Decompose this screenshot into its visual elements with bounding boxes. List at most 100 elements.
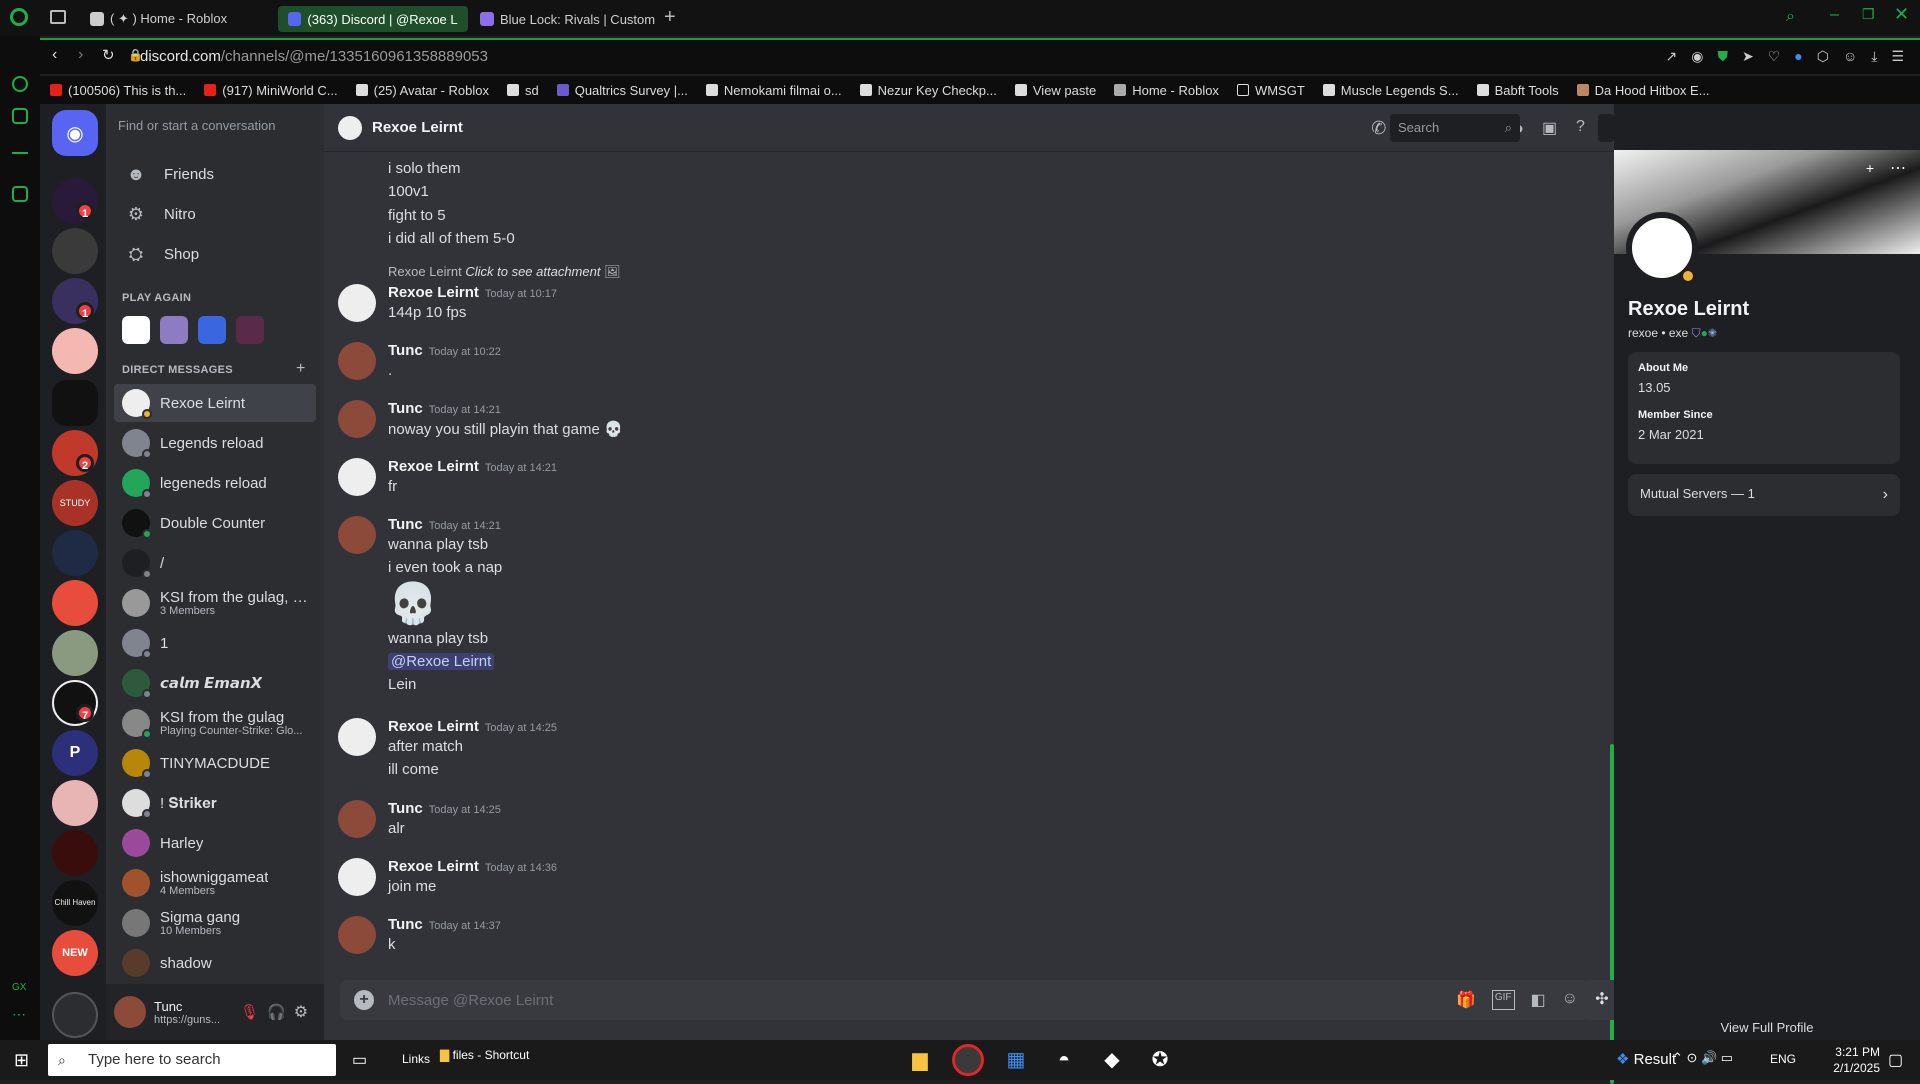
- youtube-game-icon[interactable]: [122, 316, 150, 344]
- dm-item[interactable]: 1: [114, 624, 316, 662]
- message-author[interactable]: Tunc: [388, 400, 423, 417]
- avatar[interactable]: [338, 718, 376, 756]
- chat-title[interactable]: Rexoe Leirnt: [372, 119, 463, 136]
- message-author[interactable]: Rexoe Leirnt: [388, 458, 479, 475]
- dm-item[interactable]: legeneds reload: [114, 464, 316, 502]
- dm-item[interactable]: Harley: [114, 824, 316, 862]
- gx-icon[interactable]: GX: [12, 982, 26, 993]
- nav-shop[interactable]: ⛭ Shop: [126, 244, 199, 264]
- emoji-icon[interactable]: ☺: [1562, 990, 1578, 1010]
- avatar[interactable]: [338, 458, 376, 496]
- view-full-profile-link[interactable]: View Full Profile: [1614, 1020, 1920, 1035]
- share-icon[interactable]: ↗: [1665, 48, 1677, 65]
- language-indicator[interactable]: ENG: [1770, 1052, 1796, 1066]
- more-options-icon[interactable]: ⋯: [1890, 158, 1906, 178]
- dm-item[interactable]: 𝙘𝙖𝙡𝙢 𝙀𝙢𝙖𝙣𝙓: [114, 664, 316, 702]
- avatar[interactable]: [338, 916, 376, 954]
- search-icon[interactable]: ⌕: [1786, 8, 1795, 26]
- dm-item[interactable]: /: [114, 544, 316, 582]
- inbox-icon[interactable]: ▣: [1542, 118, 1557, 138]
- bookmark-folder[interactable]: WMSGT: [1236, 83, 1305, 98]
- roblox-icon[interactable]: ◆: [1096, 1044, 1128, 1076]
- minimize-icon[interactable]: –: [1830, 6, 1839, 24]
- ai-rail-icon[interactable]: [12, 108, 28, 124]
- server-icon[interactable]: [52, 380, 98, 426]
- taskbar-search-input[interactable]: Type here to search: [48, 1044, 336, 1076]
- avatar[interactable]: [338, 342, 376, 380]
- refresh-rail-icon[interactable]: [12, 76, 28, 92]
- message-composer[interactable]: + Message @Rexoe Leirnt 🎁 GIF ◧ ☺: [340, 980, 1590, 1020]
- bookmark[interactable]: Home - Roblox: [1114, 83, 1219, 98]
- bookmark[interactable]: Qualtrics Survey |...: [556, 83, 688, 98]
- game-icon[interactable]: [236, 316, 264, 344]
- tray-icons[interactable]: ⌃ ⊙ 🔊 ▭: [1672, 1050, 1733, 1066]
- restore-icon[interactable]: ❐: [1862, 6, 1875, 23]
- menu-icon[interactable]: ☰: [1891, 48, 1904, 65]
- bookmark[interactable]: View paste: [1014, 83, 1096, 98]
- profile-icon[interactable]: ☺: [1843, 48, 1857, 65]
- bookmark[interactable]: Nemokami filmai o...: [705, 83, 842, 98]
- weather-widget[interactable]: ❖ Result: [1616, 1050, 1676, 1068]
- explore-icon[interactable]: [52, 992, 98, 1038]
- bookmark[interactable]: (100506) This is th...: [50, 83, 186, 98]
- server-icon[interactable]: [52, 530, 98, 576]
- dm-item[interactable]: Rexoe Leirnt: [114, 384, 316, 422]
- bookmark[interactable]: Nezur Key Checkp...: [859, 83, 997, 98]
- bookmark[interactable]: Babft Tools: [1476, 83, 1559, 98]
- message-author[interactable]: Tunc: [388, 800, 423, 817]
- opera-logo-icon[interactable]: [10, 8, 28, 26]
- dm-item[interactable]: Sigma gang 10 Members: [114, 904, 316, 942]
- reload-icon[interactable]: ↻: [102, 46, 115, 64]
- dm-search-input[interactable]: Find or start a conversation: [118, 118, 276, 133]
- dm-item[interactable]: Double Counter: [114, 504, 316, 542]
- game-icon[interactable]: [198, 316, 226, 344]
- new-tab-icon[interactable]: +: [664, 6, 676, 29]
- download-icon[interactable]: ⤓: [1871, 48, 1877, 65]
- message-author[interactable]: Rexoe Leirnt: [388, 718, 479, 735]
- camera-icon[interactable]: ◉: [1691, 48, 1703, 65]
- clock[interactable]: 3:21 PM 2/1/2025: [1800, 1044, 1880, 1076]
- app-icon[interactable]: ◓: [1048, 1044, 1080, 1076]
- tab-overview-icon[interactable]: [50, 10, 66, 24]
- nav-nitro[interactable]: ⚙ Nitro: [126, 204, 196, 224]
- message-author[interactable]: Tunc: [388, 342, 423, 359]
- gift-icon[interactable]: 🎁: [1456, 990, 1476, 1010]
- bookmark[interactable]: Muscle Legends S...: [1322, 83, 1459, 98]
- add-friend-icon[interactable]: +: [1866, 160, 1874, 176]
- header-search-input[interactable]: Search ⌕: [1390, 114, 1520, 142]
- add-dm-icon[interactable]: +: [296, 360, 305, 378]
- mute-icon[interactable]: 🎙: [240, 1003, 259, 1021]
- dm-item[interactable]: Legends reload: [114, 424, 316, 462]
- shield-icon[interactable]: ⛊: [1717, 48, 1728, 65]
- avatar[interactable]: [338, 284, 376, 322]
- server-icon[interactable]: [52, 580, 98, 626]
- links-toolbar[interactable]: Links: [402, 1052, 430, 1066]
- gif-icon[interactable]: GIF: [1491, 990, 1515, 1010]
- message-author[interactable]: Rexoe Leirnt: [388, 284, 479, 301]
- avatar[interactable]: [338, 516, 376, 554]
- edit-rail-icon[interactable]: [12, 186, 28, 202]
- dm-item[interactable]: shadow: [114, 944, 316, 982]
- rockstar-icon[interactable]: ✪: [1144, 1044, 1176, 1076]
- forward-icon[interactable]: ›: [78, 46, 83, 64]
- server-icon[interactable]: Chill Haven: [52, 880, 98, 926]
- dm-item[interactable]: KSI from the gulag, L... 3 Members: [114, 584, 316, 622]
- store-icon[interactable]: ▦: [1000, 1044, 1032, 1076]
- tab-roblox-home[interactable]: ( ✦ ) Home - Roblox: [80, 6, 237, 32]
- avatar[interactable]: [338, 800, 376, 838]
- avatar[interactable]: [338, 400, 376, 438]
- call-icon[interactable]: ✆: [1371, 118, 1386, 139]
- server-icon[interactable]: STUDY: [52, 480, 98, 526]
- discord-home-icon[interactable]: ◉: [52, 110, 98, 156]
- server-icon[interactable]: [52, 780, 98, 826]
- tab-discord[interactable]: (363) Discord | @Rexoe Le: [278, 6, 468, 32]
- boost-badge-icon[interactable]: ✺: [1708, 326, 1717, 340]
- help-icon[interactable]: ?: [1576, 118, 1585, 136]
- more-icon[interactable]: ⋯: [12, 1006, 26, 1023]
- task-view-icon[interactable]: ▭: [352, 1050, 367, 1070]
- sticker-icon[interactable]: ◧: [1531, 990, 1546, 1010]
- nitro-badge-icon[interactable]: ⛉: [1692, 326, 1701, 340]
- settings-gear-icon[interactable]: ⚙: [294, 1002, 308, 1022]
- server-icon[interactable]: [52, 630, 98, 676]
- opera-gx-icon[interactable]: [952, 1044, 984, 1076]
